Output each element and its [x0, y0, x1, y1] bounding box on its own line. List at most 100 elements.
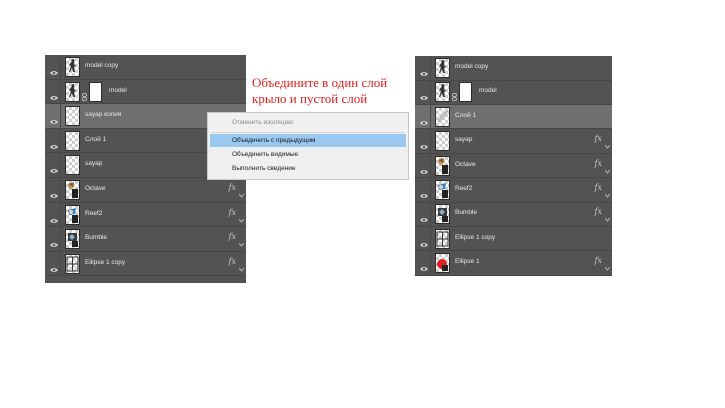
- layer-row[interactable]: Octave fx: [415, 153, 612, 179]
- fx-icon[interactable]: fx: [595, 207, 602, 216]
- eye-icon[interactable]: [420, 259, 428, 272]
- fx-icon[interactable]: fx: [229, 232, 236, 241]
- context-menu-item[interactable]: Объединить с предыдущим: [210, 134, 406, 147]
- layer-thumbnail[interactable]: [65, 155, 80, 176]
- layer-thumbnail[interactable]: [65, 204, 80, 225]
- column-divider: [60, 153, 61, 177]
- layer-name: model: [109, 86, 127, 94]
- layer-row[interactable]: Octave fx: [45, 178, 246, 203]
- context-menu-item[interactable]: Объединить видимые: [210, 148, 406, 161]
- chevron-down-icon[interactable]: [238, 234, 245, 247]
- chevron-down-icon[interactable]: [604, 161, 611, 174]
- layer-row[interactable]: Ellipse 1 copy: [415, 226, 612, 252]
- layer-thumbnail[interactable]: [65, 130, 80, 151]
- fx-icon[interactable]: fx: [595, 159, 602, 168]
- chain-icon[interactable]: [452, 88, 457, 102]
- chain-icon[interactable]: [82, 88, 87, 101]
- layer-thumbnail[interactable]: [65, 180, 80, 200]
- layer-thumbnail[interactable]: [65, 106, 80, 127]
- layer-thumbnail[interactable]: [435, 228, 450, 249]
- eye-icon[interactable]: [50, 63, 58, 75]
- context-menu-item[interactable]: Отменить изоляцию: [210, 116, 406, 129]
- eye-icon[interactable]: [420, 113, 428, 125]
- layer-name: Reef2: [455, 185, 473, 192]
- eye-icon[interactable]: [420, 64, 428, 76]
- layer-row[interactable]: Bumble fx: [415, 202, 612, 227]
- layer-thumbnail[interactable]: [435, 58, 450, 78]
- layer-row[interactable]: model copy: [45, 55, 246, 80]
- column-divider: [60, 128, 61, 153]
- chevron-down-icon[interactable]: [604, 209, 611, 223]
- eye-icon[interactable]: [50, 235, 58, 248]
- column-divider: [430, 226, 431, 251]
- eye-icon[interactable]: [50, 186, 58, 198]
- chevron-down-icon[interactable]: [604, 136, 611, 149]
- layer-row[interactable]: sayap fx: [415, 129, 612, 154]
- layer-row[interactable]: Ellipse 1 copy fx: [45, 251, 246, 277]
- context-menu-item[interactable]: Выполнить сведение: [210, 162, 406, 175]
- layer-name: Слой 1: [455, 111, 477, 119]
- eye-icon[interactable]: [50, 88, 58, 100]
- layer-name: Ellipse 1 copy: [85, 258, 126, 266]
- layer-thumbnail[interactable]: [435, 253, 450, 274]
- layer-row[interactable]: model: [415, 80, 612, 105]
- layer-name: Octave: [85, 185, 106, 192]
- layer-name: sayap: [455, 136, 473, 144]
- layer-row[interactable]: Ellipse 1 fx: [415, 251, 612, 276]
- layer-name: Octave: [455, 160, 476, 168]
- column-divider: [430, 80, 431, 104]
- layer-thumbnail[interactable]: [65, 81, 80, 102]
- column-divider: [430, 251, 431, 275]
- eye-icon[interactable]: [50, 260, 58, 272]
- chevron-down-icon[interactable]: [604, 258, 611, 271]
- instruction-annotation: Объедините в один слой крыло и пустой сл…: [252, 75, 387, 107]
- chevron-down-icon[interactable]: [238, 210, 245, 223]
- layer-row[interactable]: Bumble fx: [45, 227, 246, 252]
- chevron-down-icon[interactable]: [238, 185, 245, 198]
- context-menu: Отменить изоляцию Объединить с предыдущим…: [207, 112, 409, 180]
- eye-icon[interactable]: [50, 161, 58, 174]
- column-divider: [60, 104, 61, 128]
- column-divider: [430, 178, 431, 202]
- layer-thumbnail[interactable]: [65, 57, 80, 77]
- layer-row[interactable]: Слой 1: [415, 104, 612, 130]
- layer-row[interactable]: Reef2 fx: [45, 202, 246, 228]
- column-divider: [60, 202, 61, 227]
- eye-icon[interactable]: [420, 186, 428, 198]
- fx-icon[interactable]: fx: [595, 183, 602, 192]
- chevron-down-icon[interactable]: [604, 185, 611, 198]
- fx-icon[interactable]: fx: [229, 257, 236, 266]
- column-divider: [430, 56, 431, 80]
- layer-thumbnail[interactable]: [435, 204, 450, 225]
- layer-thumbnail[interactable]: [435, 106, 450, 127]
- layer-thumbnail[interactable]: [435, 82, 450, 103]
- column-divider: [60, 178, 61, 202]
- eye-icon[interactable]: [420, 88, 428, 101]
- layer-thumbnail[interactable]: [435, 180, 450, 200]
- layer-thumbnail[interactable]: [435, 155, 450, 176]
- fx-icon[interactable]: fx: [595, 256, 602, 265]
- layer-mask-thumbnail[interactable]: [459, 82, 472, 103]
- eye-icon[interactable]: [50, 112, 58, 125]
- layer-row[interactable]: Reef2 fx: [415, 178, 612, 203]
- fx-icon[interactable]: fx: [229, 183, 236, 192]
- layer-name: sayap копия: [85, 111, 122, 119]
- eye-icon[interactable]: [420, 210, 428, 223]
- eye-icon[interactable]: [50, 137, 58, 149]
- fx-icon[interactable]: fx: [229, 208, 236, 217]
- layer-thumbnail[interactable]: [65, 229, 80, 250]
- layer-row[interactable]: model copy: [415, 56, 612, 81]
- chevron-down-icon[interactable]: [238, 259, 245, 272]
- layer-thumbnail[interactable]: [65, 253, 80, 274]
- column-divider: [430, 202, 431, 226]
- eye-icon[interactable]: [420, 162, 428, 174]
- layer-name: Слой 1: [85, 135, 107, 143]
- layer-thumbnail[interactable]: [435, 131, 450, 152]
- layer-row[interactable]: model: [45, 79, 246, 105]
- eye-icon[interactable]: [420, 235, 428, 247]
- menu-separator: [212, 132, 404, 133]
- fx-icon[interactable]: fx: [595, 134, 602, 143]
- eye-icon[interactable]: [50, 211, 58, 223]
- layer-mask-thumbnail[interactable]: [89, 81, 102, 102]
- eye-icon[interactable]: [420, 137, 428, 150]
